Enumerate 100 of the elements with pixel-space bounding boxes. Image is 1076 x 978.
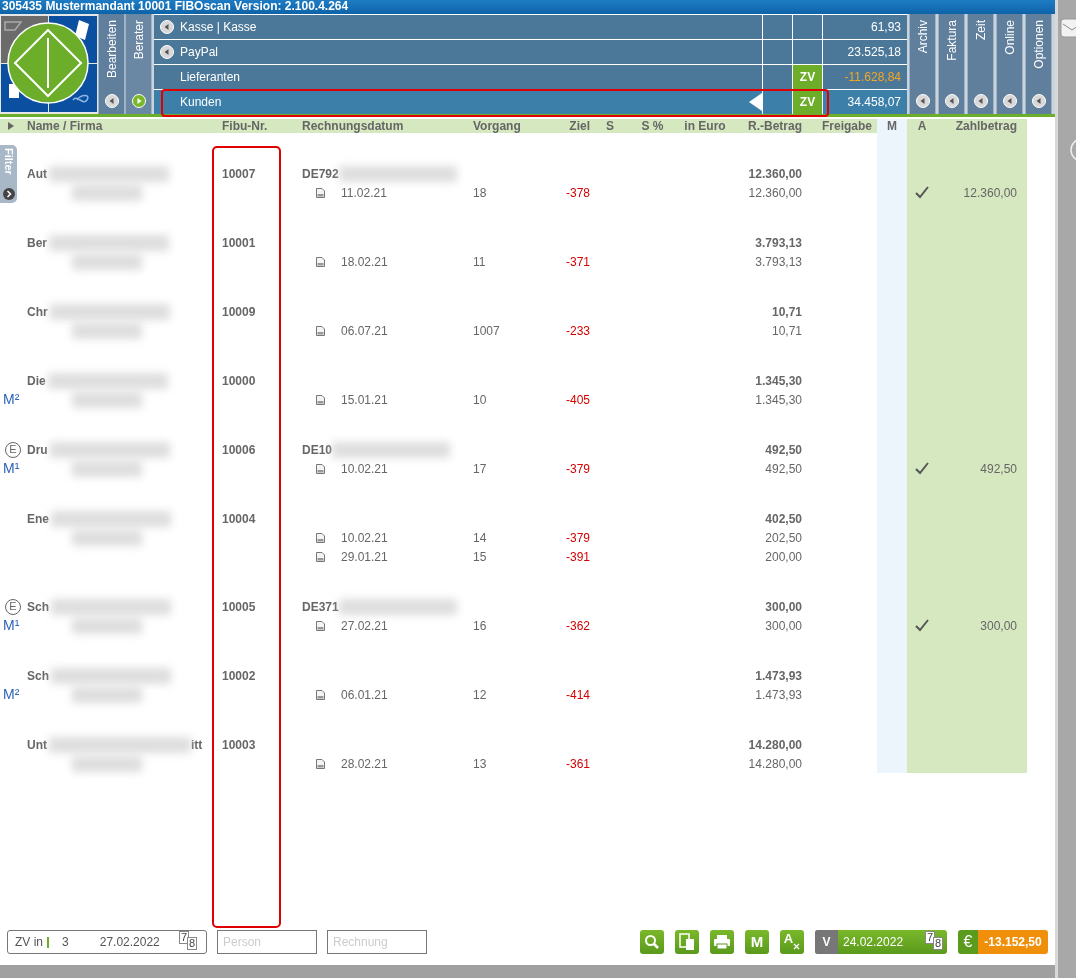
total-amount: 10,71 [771, 303, 802, 321]
column-header[interactable]: in Euro [675, 119, 735, 133]
payment-run-field[interactable]: ZV in 3 27.02.2022 7 8 [7, 930, 207, 954]
blurred-redaction [72, 617, 142, 634]
column-header[interactable]: M [877, 119, 907, 133]
invoice-date: 10.02.21 [341, 460, 388, 478]
mail-icon[interactable] [1060, 18, 1076, 38]
back-icon[interactable] [915, 94, 930, 108]
payment-amount: 12.360,00 [963, 184, 1017, 202]
invoice-amount: 1.345,30 [755, 391, 802, 409]
column-header[interactable]: Zahlbetrag [937, 119, 1027, 133]
search-icon [644, 934, 660, 950]
column-header[interactable]: Fibu-Nr. [222, 119, 302, 133]
invoice-amount: 14.280,00 [748, 755, 802, 773]
back-icon[interactable] [1002, 94, 1017, 108]
document-icon[interactable] [316, 758, 325, 769]
column-header[interactable]: S [590, 119, 630, 133]
account-row[interactable]: Kunden ZV 34.458,07 [154, 90, 907, 114]
total-amount: 12.360,00 [748, 165, 802, 183]
account-row[interactable]: Lieferanten ZV -11.628,84 [154, 65, 907, 89]
column-header[interactable]: R.-Betrag [735, 119, 802, 133]
back-icon[interactable] [104, 94, 119, 108]
invoice-amount: 300,00 [765, 617, 802, 635]
invoice-row[interactable]: 28.02.21 13 -361 14.280,00 [0, 754, 1055, 773]
document-icon[interactable] [316, 325, 325, 336]
column-header[interactable]: Rechnungsdatum [302, 119, 473, 133]
account-row[interactable]: PayPal 23.525,18 [154, 40, 907, 64]
account-row[interactable]: Kasse | Kasse 61,93 [154, 15, 907, 39]
customer-name: Sch [27, 667, 49, 685]
column-header[interactable]: S % [630, 119, 675, 133]
document-icon[interactable] [316, 187, 325, 198]
total-amount: 402,50 [765, 510, 802, 528]
customer-name-end: itt [191, 736, 203, 754]
column-header[interactable]: Vorgang [473, 119, 540, 133]
invoice-row[interactable]: 18.02.21 11 -371 3.793,13 [0, 252, 1055, 271]
document-icon[interactable] [316, 463, 325, 474]
expand-icon[interactable] [8, 122, 14, 130]
printer-icon [713, 934, 731, 950]
column-header[interactable]: Freigabe [802, 119, 877, 133]
fibu-number: 10001 [222, 234, 256, 252]
side-tab[interactable]: Zeit [967, 14, 994, 114]
column-header[interactable]: A [907, 119, 937, 133]
back-icon[interactable] [973, 94, 988, 108]
m-marker-label: M² [3, 390, 20, 409]
due-days: -379 [565, 459, 590, 478]
document-icon[interactable] [316, 551, 325, 562]
document-icon[interactable] [316, 394, 325, 405]
document-icon[interactable] [316, 620, 325, 631]
process-number: 17 [473, 460, 487, 478]
vat-id: DE371 [302, 598, 339, 616]
invoice-amount: 1.473,93 [755, 686, 802, 704]
customer-name: Chr [27, 303, 48, 321]
side-tab[interactable]: Optionen [1025, 14, 1052, 114]
search-button[interactable] [640, 930, 664, 954]
invoice-row[interactable]: 29.01.21 15 -391 200,00 [0, 547, 1055, 566]
blurred-redaction [72, 686, 142, 703]
total-amount: 3.793,13 [755, 234, 802, 252]
fibu-number: 10006 [222, 441, 256, 459]
copy-button[interactable] [675, 930, 699, 954]
customer-name: Sch [27, 598, 49, 616]
invoice-date: 18.02.21 [341, 253, 388, 271]
total-amount: 1.473,93 [755, 667, 802, 685]
forward-icon[interactable] [131, 94, 146, 108]
invoice-row[interactable]: 06.07.21 1007 -233 10,71 [0, 321, 1055, 340]
back-icon[interactable] [160, 45, 174, 59]
invoice-row[interactable]: M² 15.01.21 10 -405 1.345,30 [0, 390, 1055, 409]
side-tab[interactable]: Online [996, 14, 1023, 114]
blurred-redaction [72, 529, 142, 546]
payment-amount: 492,50 [980, 460, 1017, 478]
account-balance: 61,93 [870, 19, 901, 36]
forward-icon[interactable] [2, 188, 15, 200]
logo-drawing[interactable] [1, 16, 97, 112]
document-icon[interactable] [316, 256, 325, 267]
total-amount: 1.345,30 [755, 372, 802, 390]
zv-button[interactable]: ZV [793, 90, 822, 114]
clear-format-button[interactable]: A [780, 930, 804, 954]
document-icon[interactable] [316, 689, 325, 700]
document-icon[interactable] [316, 532, 325, 543]
zv-count: 3 [62, 934, 69, 951]
invoice-row[interactable]: 10.02.21 14 -379 202,50 [0, 528, 1055, 547]
check-icon[interactable] [915, 186, 929, 199]
side-tab[interactable]: Faktura [938, 14, 965, 114]
mark-button[interactable]: M [745, 930, 769, 954]
column-header[interactable]: Name / Firma [27, 119, 222, 133]
back-icon[interactable] [1031, 94, 1046, 108]
print-button[interactable] [710, 930, 734, 954]
side-tab[interactable]: Archiv [909, 14, 936, 114]
date-button[interactable]: V 24.02.2022 7 8 [815, 930, 947, 954]
side-tab[interactable]: Bearbeiten [98, 14, 125, 114]
back-icon[interactable] [160, 20, 174, 34]
date-text: 24.02.2022 [843, 934, 904, 951]
back-icon[interactable] [944, 94, 959, 108]
invoice-row[interactable]: M² 06.01.21 12 -414 1.473,93 [0, 685, 1055, 704]
invoice-date: 06.07.21 [341, 322, 388, 340]
total-amount: 492,50 [765, 441, 802, 459]
column-header[interactable]: Ziel [540, 119, 590, 133]
zv-button[interactable]: ZV [793, 65, 822, 89]
check-icon[interactable] [915, 619, 929, 632]
side-tab[interactable]: Berater [125, 14, 152, 114]
check-icon[interactable] [915, 462, 929, 475]
